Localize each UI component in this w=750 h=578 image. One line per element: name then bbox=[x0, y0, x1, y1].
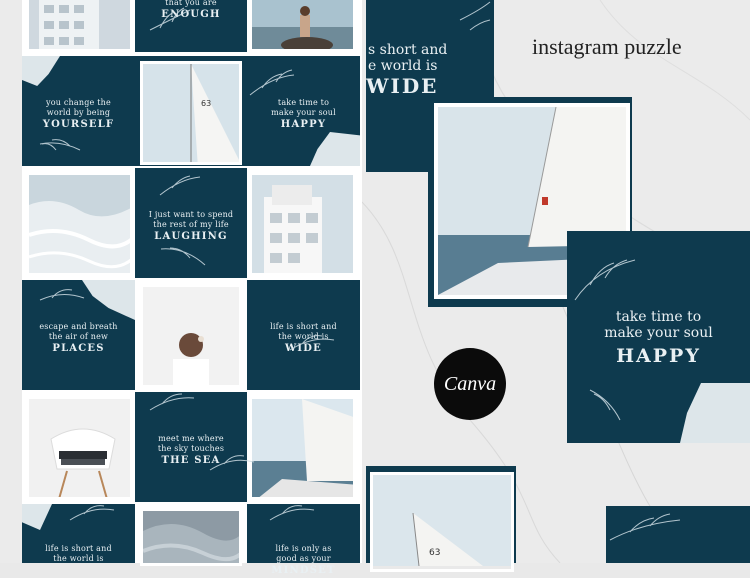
leaf-decoration-icon bbox=[39, 1, 681, 541]
quote-emphasis: MINDSET bbox=[271, 565, 336, 576]
